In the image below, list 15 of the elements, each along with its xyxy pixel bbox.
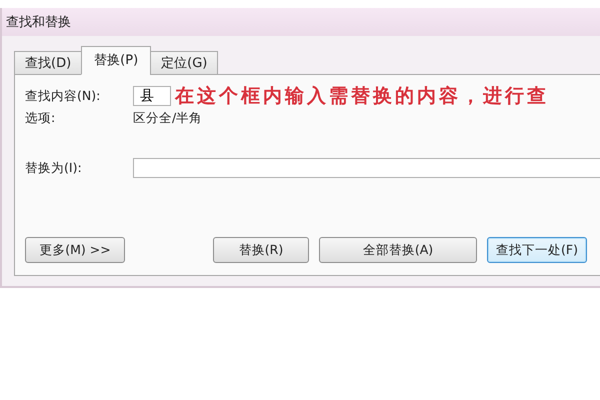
action-button[interactable]: 替换(R): [213, 237, 309, 263]
replace-field[interactable]: [133, 158, 600, 178]
tab[interactable]: 定位(G): [150, 51, 218, 75]
action-button[interactable]: 查找下一处(F): [487, 237, 587, 263]
field-label: 查找内容(N):: [25, 88, 102, 104]
window-title: 查找和替换: [6, 14, 71, 31]
tab[interactable]: 查找(D): [14, 51, 82, 75]
action-button[interactable]: 全部替换(A): [319, 237, 477, 263]
options-value: 区分全/半角: [133, 110, 202, 126]
annotation-text: 在这个框内输入需替换的内容，进行查: [175, 84, 549, 109]
find-field[interactable]: 县: [133, 86, 171, 106]
options-label: 选项:: [25, 110, 56, 126]
more-button[interactable]: 更多(M) >>: [25, 237, 125, 263]
tab[interactable]: 替换(P): [81, 46, 152, 75]
field-label: 替换为(I):: [25, 160, 83, 176]
